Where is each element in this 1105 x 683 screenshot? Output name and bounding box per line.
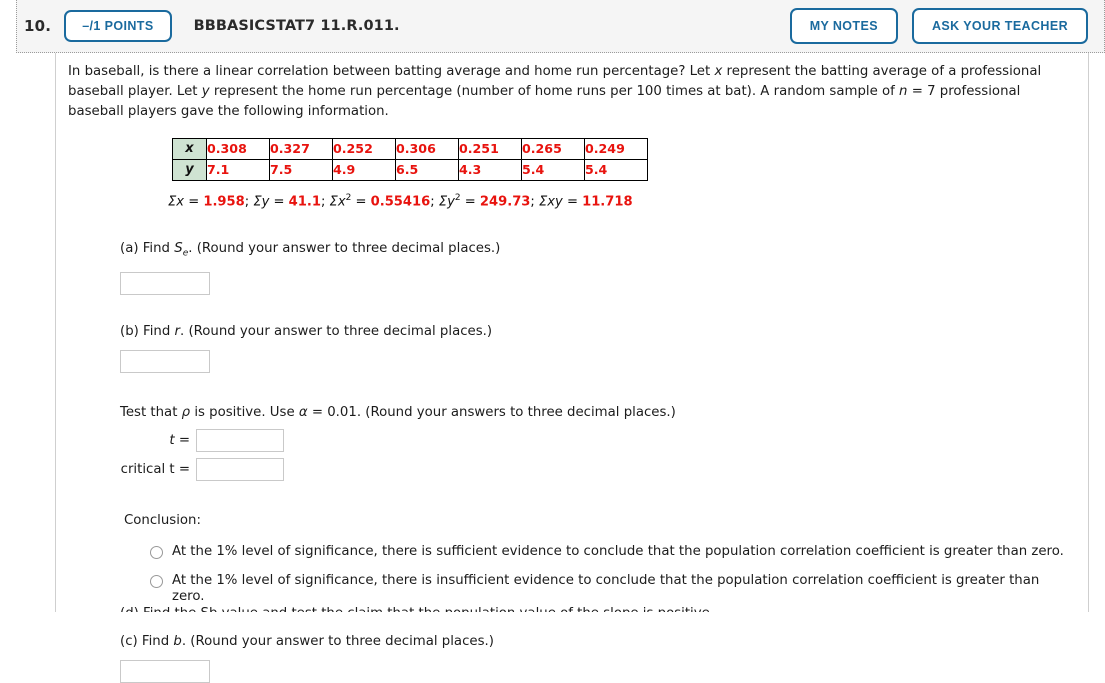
eq-2: =: [269, 194, 289, 210]
t-statistic-input[interactable]: [196, 429, 284, 453]
cell-y-1: 7.5: [269, 159, 333, 181]
summary-statistics-line: Σx = 1.958; Σy = 41.1; Σx2 = 0.55416; Σy…: [168, 188, 1073, 212]
radio-button-icon[interactable]: [150, 575, 163, 589]
right-rule: [1088, 53, 1089, 612]
eq-4: =: [460, 194, 480, 210]
alpha-symbol: α: [298, 405, 308, 421]
cell-x-0: 0.308: [206, 138, 270, 160]
variable-y-inline: y: [201, 84, 210, 99]
cell-x-2: 0.252: [332, 138, 396, 160]
header-actions: MY NOTES ASK YOUR TEACHER: [789, 7, 1088, 45]
sum-xy-value: 11.718: [582, 194, 633, 210]
sum-x-label: Σx: [168, 194, 185, 210]
question-header-bar: 10. –/1 POINTS BBBASICSTAT7 11.R.011. MY…: [16, 0, 1105, 53]
problem-statement: In baseball, is there a linear correlati…: [68, 62, 1068, 122]
sep-3: ;: [430, 194, 439, 210]
part-c: (c) Find b. (Round your answer to three …: [120, 632, 1073, 683]
problem-text-1: In baseball, is there a linear correlati…: [68, 64, 715, 79]
cell-y-3: 6.5: [395, 159, 459, 181]
my-notes-button[interactable]: MY NOTES: [789, 7, 898, 45]
cell-y-6: 5.4: [584, 159, 648, 181]
ask-your-teacher-button[interactable]: ASK YOUR TEACHER: [911, 7, 1088, 45]
conclusion-title: Conclusion:: [124, 513, 201, 529]
part-c-suffix: . (Round your answer to three decimal pl…: [181, 634, 494, 650]
part-b-prefix: (b) Find: [120, 324, 175, 340]
sum-y-label: Σy: [253, 194, 270, 210]
sep-4: ;: [530, 194, 539, 210]
part-a-suffix: . (Round your answer to three decimal pl…: [188, 241, 501, 257]
part-a-symbol: S: [174, 241, 183, 257]
left-rule: [55, 53, 56, 612]
cell-y-0: 7.1: [206, 159, 270, 181]
sum-y2-label: Σy: [438, 194, 455, 210]
conclusion-option-0-label: At the 1% level of significance, there i…: [172, 544, 1064, 560]
question-code: BBBASICSTAT7 11.R.011.: [193, 18, 400, 34]
conclusion-option-1[interactable]: At the 1% level of significance, there i…: [150, 573, 1073, 605]
question-body: In baseball, is there a linear correlati…: [68, 62, 1073, 683]
test-prompt-c: = 0.01. (Round your answers to three dec…: [307, 405, 676, 421]
cell-x-6: 0.249: [584, 138, 648, 160]
question-number: 10.: [24, 17, 52, 35]
sum-x2-value: 0.55416: [370, 194, 431, 210]
t-statistic-row: t =: [120, 429, 1073, 453]
table-row-y: y 7.1 7.5 4.9 6.5 4.3 5.4 5.4: [172, 159, 648, 181]
row-header-y: y: [172, 159, 207, 181]
critical-t-row: critical t =: [120, 458, 1073, 482]
part-b-label: (b) Find r. (Round your answer to three …: [120, 322, 1073, 342]
part-b-suffix: . (Round your answer to three decimal pl…: [179, 324, 493, 340]
radio-button-icon[interactable]: [150, 546, 163, 560]
part-a-answer-input[interactable]: [120, 272, 210, 296]
part-a-label: (a) Find Se. (Round your answer to three…: [120, 239, 1073, 264]
part-b: (b) Find r. (Round your answer to three …: [120, 322, 1073, 374]
cell-y-4: 4.3: [458, 159, 522, 181]
table-row-x: x 0.308 0.327 0.252 0.306 0.251 0.265 0.…: [172, 138, 648, 160]
next-part-partial-text: (d) Find the Sb value and test the claim…: [120, 604, 1080, 612]
sum-y2-value: 249.73: [479, 194, 531, 210]
conclusion-option-1-label: At the 1% level of significance, there i…: [172, 573, 1040, 605]
part-c-label: (c) Find b. (Round your answer to three …: [120, 632, 1073, 652]
eq-1: =: [184, 194, 204, 210]
sum-xy-label: Σxy: [539, 194, 563, 210]
cell-y-2: 4.9: [332, 159, 396, 181]
data-table: x 0.308 0.327 0.252 0.306 0.251 0.265 0.…: [172, 138, 648, 181]
problem-text-2: represent the batting average of a profe…: [722, 64, 1042, 79]
test-prompt: Test that ρ is positive. Use α = 0.01. (…: [120, 403, 1073, 423]
sum-x-value: 1.958: [203, 194, 245, 210]
problem-text-6: players gave the following information.: [127, 104, 389, 119]
cell-x-1: 0.327: [269, 138, 333, 160]
critical-t-label: critical t =: [120, 461, 190, 477]
part-c-answer-input[interactable]: [120, 660, 210, 683]
part-c-symbol: b: [173, 634, 182, 650]
part-c-prefix: (c) Find: [120, 634, 174, 650]
sep-2: ;: [320, 194, 330, 210]
sum-x2-label: Σx: [329, 194, 346, 210]
problem-text-3: baseball player. Let: [68, 84, 202, 99]
points-button[interactable]: –/1 POINTS: [64, 9, 172, 43]
data-table-wrapper: x 0.308 0.327 0.252 0.306 0.251 0.265 0.…: [172, 138, 1073, 181]
part-a-prefix: (a) Find: [120, 241, 175, 257]
test-prompt-b: is positive. Use: [190, 405, 299, 421]
sum-y-value: 41.1: [288, 194, 321, 210]
row-header-x: x: [172, 138, 207, 160]
rho-symbol: ρ: [181, 405, 191, 421]
problem-text-4: represent the home run percentage (numbe…: [209, 84, 900, 99]
critical-t-input[interactable]: [196, 458, 284, 482]
conclusion-block: Conclusion: At the 1% level of significa…: [124, 511, 1073, 605]
hypothesis-test-block: Test that ρ is positive. Use α = 0.01. (…: [120, 403, 1073, 482]
cell-x-4: 0.251: [458, 138, 522, 160]
part-b-answer-input[interactable]: [120, 350, 210, 374]
part-a: (a) Find Se. (Round your answer to three…: [120, 239, 1073, 296]
test-prompt-a: Test that: [120, 405, 182, 421]
t-label: t =: [169, 432, 190, 448]
conclusion-option-0[interactable]: At the 1% level of significance, there i…: [150, 544, 1073, 560]
cell-y-5: 5.4: [521, 159, 585, 181]
cell-x-5: 0.265: [521, 138, 585, 160]
cell-x-3: 0.306: [395, 138, 459, 160]
eq-5: =: [562, 194, 583, 210]
eq-3: =: [351, 194, 371, 210]
